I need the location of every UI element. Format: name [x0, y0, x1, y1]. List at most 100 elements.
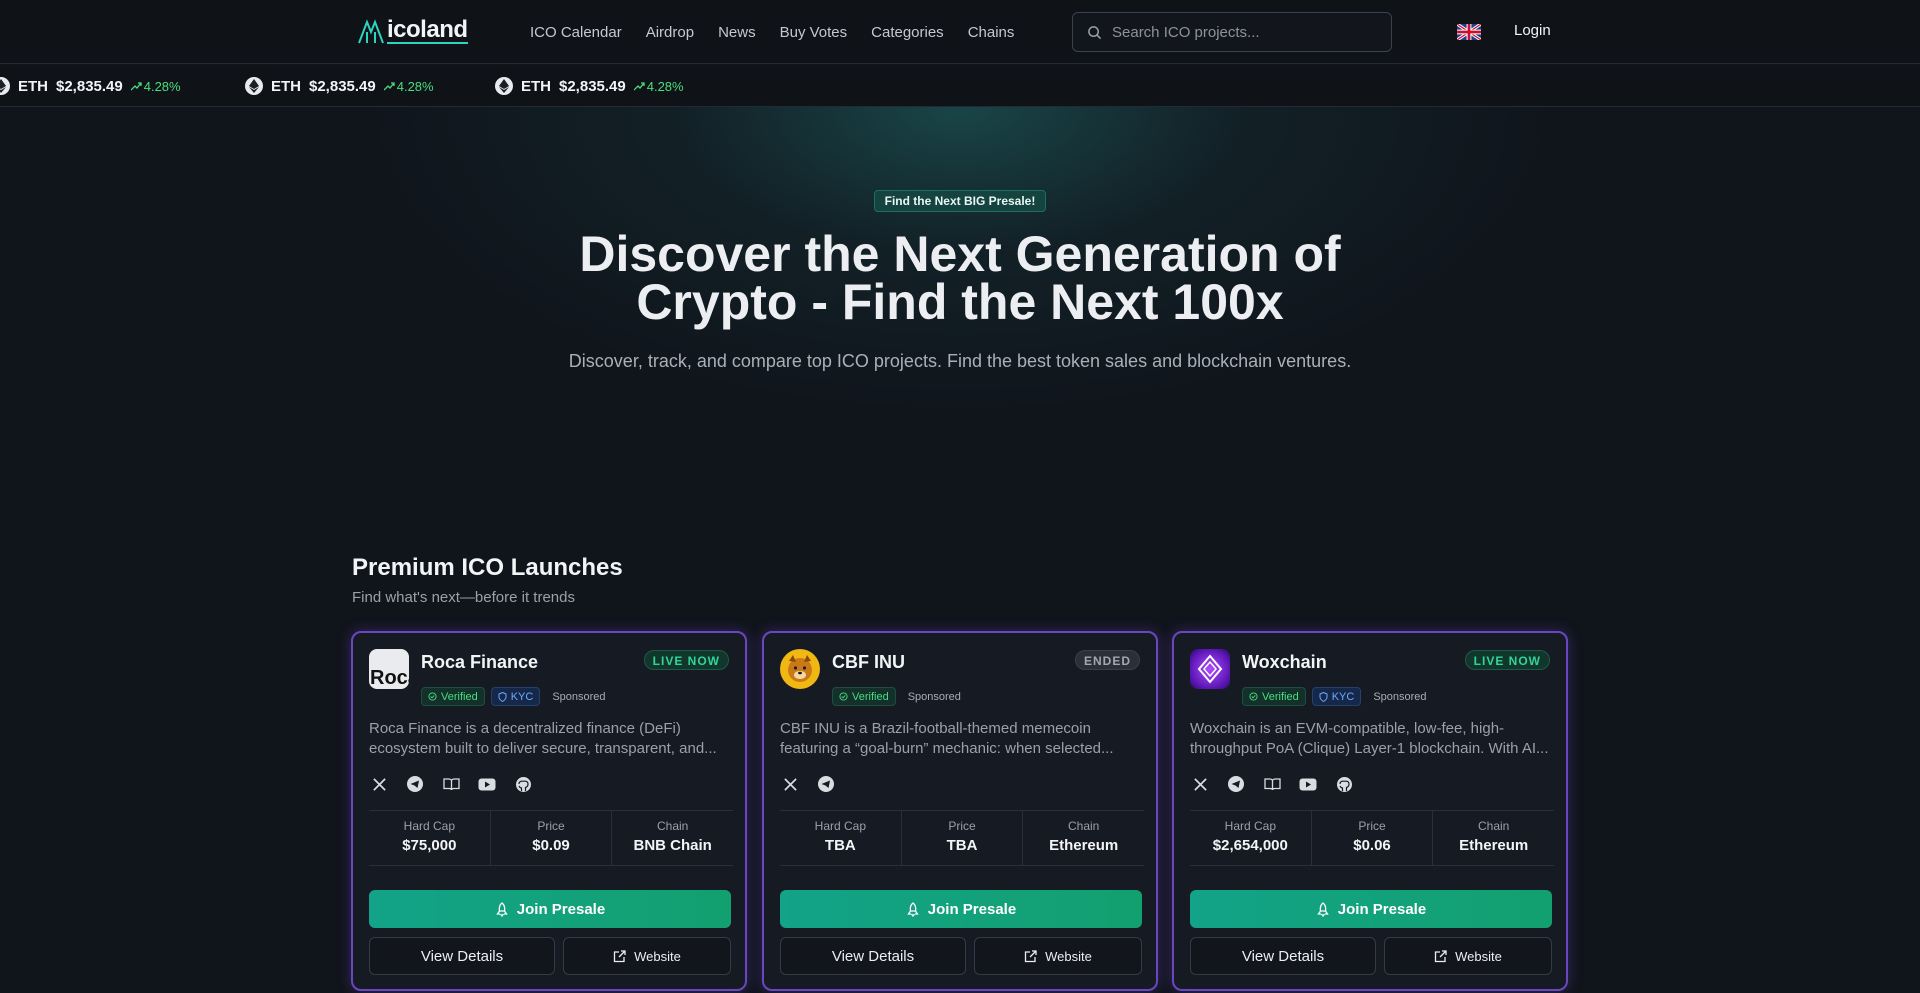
eth-coin-icon — [0, 77, 10, 95]
website-label: Website — [634, 948, 681, 964]
ticker-change-value: 4.28% — [396, 78, 434, 94]
verified-badge: Verified — [1242, 687, 1306, 706]
eth-coin-icon — [245, 77, 263, 95]
docs-book-icon[interactable] — [441, 774, 461, 794]
ticker-change: 4.28% — [633, 79, 684, 94]
nav-link-airdrop[interactable]: Airdrop — [646, 24, 694, 41]
ico-card-woxchain[interactable]: Woxchain LIVE NOW Verified KYC Sponsored… — [1172, 631, 1568, 991]
website-label: Website — [1045, 948, 1092, 964]
verified-badge: Verified — [832, 687, 896, 706]
view-details-button[interactable]: View Details — [1190, 937, 1376, 975]
section-title: Premium ICO Launches — [352, 554, 623, 581]
hero-title-line-1: Discover the Next Generation of — [579, 226, 1341, 282]
logo-alt-text: Roca — [370, 667, 409, 689]
search-input[interactable] — [1112, 23, 1372, 41]
kyc-label: KYC — [1331, 690, 1355, 703]
project-tags: Verified KYC Sponsored — [1242, 687, 1433, 706]
logo-icon — [358, 19, 384, 44]
nav-link-news[interactable]: News — [718, 24, 756, 41]
github-icon[interactable] — [1334, 774, 1354, 794]
project-name[interactable]: CBF INU — [832, 652, 905, 673]
verified-label: Verified — [441, 690, 478, 703]
rocket-icon — [907, 901, 919, 917]
stat-label: Chain — [1068, 819, 1100, 833]
website-button[interactable]: Website — [563, 937, 731, 975]
uk-flag-icon[interactable] — [1457, 24, 1481, 40]
docs-book-icon[interactable] — [1262, 774, 1282, 794]
verified-label: Verified — [852, 690, 889, 703]
telegram-icon[interactable] — [1226, 774, 1246, 794]
website-button[interactable]: Website — [974, 937, 1142, 975]
telegram-icon[interactable] — [405, 774, 425, 794]
stat-hard-cap: Hard Cap $75,000 — [369, 811, 491, 865]
project-logo — [780, 649, 820, 689]
status-badge: LIVE NOW — [1464, 650, 1550, 670]
project-tags: Verified KYC Sponsored — [421, 687, 612, 706]
ico-card-roca-finance[interactable]: Roca Roca Finance LIVE NOW Verified KYC … — [351, 631, 747, 991]
x-twitter-icon[interactable] — [780, 774, 800, 794]
stat-value: $0.06 — [1353, 837, 1391, 854]
github-icon[interactable] — [513, 774, 533, 794]
hero-subtitle: Discover, track, and compare top ICO pro… — [568, 351, 1352, 371]
dog-mascot-icon — [781, 650, 819, 688]
project-description: CBF INU is a Brazil-football-themed meme… — [780, 720, 1114, 757]
youtube-icon[interactable] — [477, 774, 497, 794]
external-link-icon — [1434, 949, 1447, 962]
join-presale-button[interactable]: Join Presale — [780, 890, 1142, 928]
project-stats: Hard Cap $75,000 Price $0.09 Chain BNB C… — [369, 810, 733, 866]
search-box[interactable] — [1072, 12, 1392, 52]
view-details-button[interactable]: View Details — [780, 937, 966, 975]
sponsored-badge: Sponsored — [552, 690, 606, 703]
check-circle-icon — [1249, 692, 1258, 701]
join-presale-label: Join Presale — [516, 900, 606, 918]
stat-value: TBA — [824, 837, 856, 854]
price-ticker: ETH $2,835.49 4.28% ETH $2,835.49 4.28% … — [0, 65, 1920, 107]
stat-chain: Chain Ethereum — [1023, 811, 1144, 865]
stat-price: Price $0.06 — [1312, 811, 1434, 865]
external-link-icon — [613, 949, 626, 962]
join-presale-button[interactable]: Join Presale — [369, 890, 731, 928]
telegram-icon[interactable] — [816, 774, 836, 794]
website-label: Website — [1455, 948, 1502, 964]
website-button[interactable]: Website — [1384, 937, 1552, 975]
ico-card-cbf-inu[interactable]: CBF INU ENDED Verified Sponsored CBF INU… — [762, 631, 1158, 991]
search-icon — [1088, 25, 1102, 39]
project-name[interactable]: Woxchain — [1242, 652, 1327, 673]
project-stats: Hard Cap $2,654,000 Price $0.06 Chain Et… — [1190, 810, 1554, 866]
nav-link-chains[interactable]: Chains — [968, 24, 1015, 41]
project-description: Roca Finance is a decentralized finance … — [369, 720, 717, 757]
join-presale-label: Join Presale — [927, 900, 1017, 918]
kyc-label: KYC — [510, 690, 534, 703]
project-name[interactable]: Roca Finance — [421, 652, 538, 673]
ticker-item[interactable]: ETH $2,835.49 4.28% — [0, 65, 181, 106]
nav-link-ico-calendar[interactable]: ICO Calendar — [530, 24, 622, 41]
x-twitter-icon[interactable] — [369, 774, 389, 794]
youtube-icon[interactable] — [1298, 774, 1318, 794]
ticker-price: $2,835.49 — [56, 77, 123, 95]
nav-link-categories[interactable]: Categories — [871, 24, 944, 41]
stat-hard-cap: Hard Cap TBA — [780, 811, 902, 865]
shield-icon — [1319, 691, 1328, 702]
x-twitter-icon[interactable] — [1190, 774, 1210, 794]
login-button[interactable]: Login — [1514, 22, 1551, 39]
stat-label: Price — [1358, 819, 1386, 833]
stat-label: Chain — [657, 819, 689, 833]
stat-value: Ethereum — [1049, 837, 1119, 854]
eth-coin-icon — [495, 77, 513, 95]
logo-text: icoland — [387, 16, 468, 44]
view-details-button[interactable]: View Details — [369, 937, 555, 975]
verified-badge: Verified — [421, 687, 485, 706]
diamond-logo-icon — [1197, 654, 1223, 684]
ticker-item[interactable]: ETH $2,835.49 4.28% — [495, 65, 684, 106]
ticker-symbol: ETH — [271, 77, 301, 95]
trend-up-icon — [130, 81, 142, 90]
ticker-item[interactable]: ETH $2,835.49 4.28% — [245, 65, 434, 106]
stat-chain: Chain Ethereum — [1433, 811, 1554, 865]
section-subtitle: Find what's next—before it trends — [352, 589, 575, 606]
status-badge: ENDED — [1074, 650, 1140, 670]
join-presale-button[interactable]: Join Presale — [1190, 890, 1552, 928]
site-logo[interactable]: icoland — [356, 16, 468, 44]
stat-label: Price — [537, 819, 565, 833]
nav-link-buy-votes[interactable]: Buy Votes — [780, 24, 848, 41]
nav-links: ICO Calendar Airdrop News Buy Votes Cate… — [530, 0, 1014, 64]
